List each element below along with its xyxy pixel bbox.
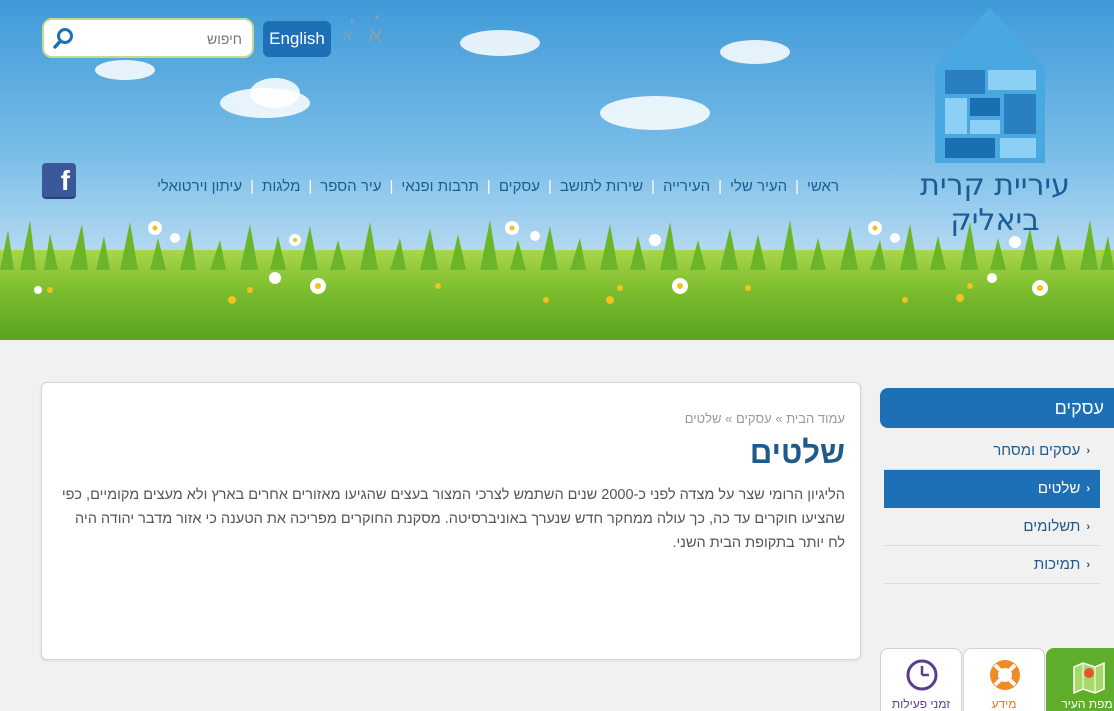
sidebar-item-label: תשלומים [1023, 518, 1081, 535]
font-large-label: א [368, 22, 382, 47]
sidebar-item-grants[interactable]: ‹ תמיכות [884, 546, 1100, 584]
facebook-icon[interactable]: f [42, 163, 76, 197]
arrow-up-icon: ▲ [373, 12, 381, 21]
tile-label: מידע [991, 697, 1017, 711]
main-navigation: ראשי | העיר שלי | העירייה | שירות לתושב … [125, 174, 847, 198]
chevron-left-icon: ‹ [1086, 444, 1090, 457]
nav-item-culture[interactable]: תרבות ופנאי [393, 178, 487, 195]
cloud-decoration [95, 60, 155, 80]
sidebar-item-label: שלטים [1037, 480, 1081, 497]
breadcrumb: עמוד הבית » עסקים » שלטים [685, 411, 845, 426]
nav-item-book-city[interactable]: עיר הספר [312, 178, 389, 195]
nav-item-virtual-newspaper[interactable]: עיתון וירטואלי [149, 178, 250, 195]
nav-item-municipality[interactable]: העירייה [655, 178, 718, 195]
cloud-decoration [460, 30, 540, 56]
tile-info[interactable]: מידע [963, 648, 1045, 711]
cloud-decoration [720, 40, 790, 64]
grass-banner [0, 220, 1114, 340]
sidebar-item-signs[interactable]: ‹ שלטים [884, 470, 1100, 508]
sidebar-item-label: עסקים ומסחר [993, 442, 1081, 459]
breadcrumb-home[interactable]: עמוד הבית [786, 411, 845, 426]
tile-label: מפת העיר [1061, 697, 1113, 711]
font-small-label: א [343, 27, 352, 43]
city-logo[interactable] [900, 8, 1080, 163]
english-language-button[interactable]: English [263, 21, 331, 57]
lifebuoy-icon [990, 660, 1020, 690]
tile-label: זמני פעילות [891, 697, 951, 711]
decrease-font-button[interactable]: ▼ א [343, 17, 356, 43]
search-input[interactable] [80, 28, 242, 50]
chevron-left-icon: ‹ [1086, 482, 1090, 495]
search-icon[interactable] [52, 26, 76, 50]
nav-item-resident-service[interactable]: שירות לתושב [552, 178, 651, 195]
sidebar-header: עסקים [880, 388, 1114, 428]
nav-item-business[interactable]: עסקים [491, 178, 548, 195]
content-card: עמוד הבית » עסקים » שלטים שלטים הליגיון … [41, 382, 861, 660]
breadcrumb-separator: » [775, 411, 783, 426]
breadcrumb-business[interactable]: עסקים [736, 411, 772, 426]
chevron-left-icon: ‹ [1086, 520, 1090, 533]
clock-icon [906, 659, 938, 691]
nav-item-scholarships[interactable]: מלגות [254, 178, 308, 195]
site-header: English ▼ א ▲ א עיריית קרית ביאליק ראשי … [0, 0, 1114, 340]
breadcrumb-separator: » [725, 411, 733, 426]
breadcrumb-current: שלטים [684, 411, 722, 426]
increase-font-button[interactable]: ▲ א [368, 12, 382, 48]
chevron-left-icon: ‹ [1086, 558, 1090, 571]
page-title: שלטים [749, 435, 845, 470]
sidebar-item-payments[interactable]: ‹ תשלומים [884, 508, 1100, 546]
arrow-down-icon: ▼ [348, 17, 356, 26]
cloud-decoration [250, 78, 300, 108]
grass-flowers [0, 220, 1114, 304]
search-box[interactable] [42, 18, 254, 58]
cloud-decoration [600, 96, 710, 130]
sidebar-menu: ‹ עסקים ומסחר ‹ שלטים ‹ תשלומים ‹ תמיכות [884, 432, 1100, 584]
tile-city-map[interactable]: מפת העיר [1046, 648, 1114, 711]
site-title[interactable]: עיריית קרית ביאליק [885, 168, 1105, 238]
sidebar-item-business-commerce[interactable]: ‹ עסקים ומסחר [884, 432, 1100, 470]
nav-item-home[interactable]: ראשי [799, 178, 847, 195]
map-icon [1073, 661, 1105, 695]
sidebar-item-label: תמיכות [1033, 556, 1081, 573]
tile-opening-hours[interactable]: זמני פעילות [880, 648, 962, 711]
nav-item-my-city[interactable]: העיר שלי [722, 178, 795, 195]
article-body: הליגיון הרומי שצר על מצדה לפני כ-2000 שנ… [61, 487, 845, 551]
